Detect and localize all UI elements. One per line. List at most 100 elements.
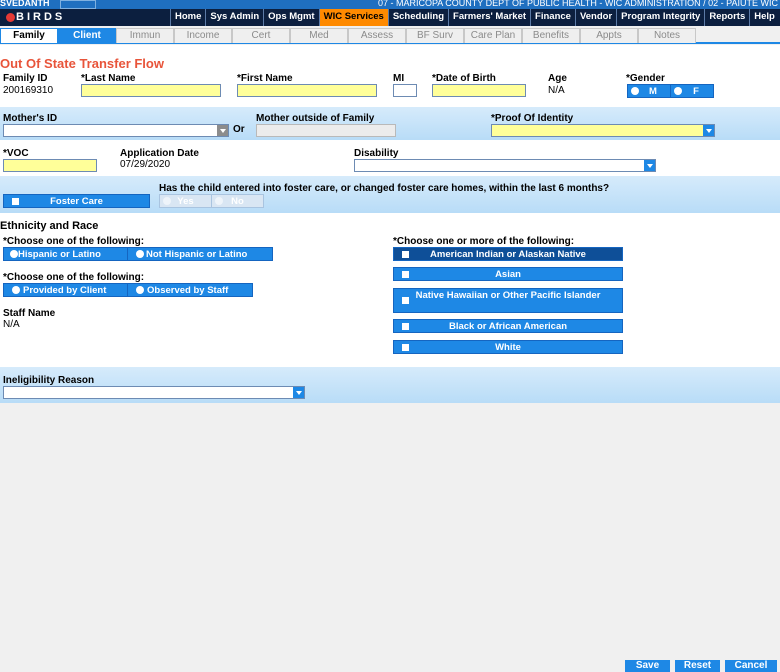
disability-select[interactable] xyxy=(354,159,656,172)
client-tabs: Family Client Immun Income Cert Med Asse… xyxy=(0,28,780,44)
menu-sys-admin[interactable]: Sys Admin xyxy=(205,9,263,26)
age-value: N/A xyxy=(548,85,565,96)
radio-icon xyxy=(136,286,144,294)
chevron-down-icon xyxy=(293,387,304,398)
application-date-label: Application Date xyxy=(120,148,199,159)
observed-by-staff-radio[interactable]: Observed by Staff xyxy=(127,283,253,297)
first-name-input[interactable] xyxy=(237,84,377,97)
first-name-label: *First Name xyxy=(237,73,293,84)
menu-farmers-market[interactable]: Farmers' Market xyxy=(448,9,530,26)
voc-label: *VOC xyxy=(3,148,29,159)
race-white-checkbox[interactable]: White xyxy=(393,340,623,354)
chevron-down-icon xyxy=(703,125,714,136)
menu-ops-mgmt[interactable]: Ops Mgmt xyxy=(263,9,318,26)
voc-input[interactable] xyxy=(3,159,97,172)
radio-icon xyxy=(10,250,18,258)
checkbox-icon xyxy=(402,271,409,278)
foster-care-checkbox[interactable]: Foster Care xyxy=(3,194,150,208)
tab-med[interactable]: Med xyxy=(290,28,348,43)
disability-label: Disability xyxy=(354,148,399,159)
last-name-label: *Last Name xyxy=(81,73,136,84)
chevron-down-icon xyxy=(217,125,228,136)
username: SVEDANTH xyxy=(0,0,50,8)
logo-dot-icon xyxy=(6,12,15,22)
radio-icon xyxy=(12,286,20,294)
menu-vendor[interactable]: Vendor xyxy=(574,9,616,26)
main-navigation: BIRDS Home Sys Admin Ops Mgmt WIC Servic… xyxy=(0,9,780,26)
or-label: Or xyxy=(233,124,245,135)
gender-f-radio[interactable]: F xyxy=(670,84,714,98)
ineligibility-label: Ineligibility Reason xyxy=(3,375,95,386)
proof-identity-label: *Proof Of Identity xyxy=(491,113,574,124)
tab-benefits[interactable]: Benefits xyxy=(522,28,580,43)
last-name-input[interactable] xyxy=(81,84,221,97)
dob-label: *Date of Birth xyxy=(432,73,496,84)
menu-bar: Home Sys Admin Ops Mgmt WIC Services Sch… xyxy=(170,9,779,26)
menu-help[interactable]: Help xyxy=(749,9,779,26)
checkbox-icon xyxy=(402,297,409,304)
choose-one-ethnicity: *Choose one of the following: xyxy=(3,236,145,247)
tab-cert[interactable]: Cert xyxy=(232,28,290,43)
choose-one-method: *Choose one of the following: xyxy=(3,272,145,283)
hispanic-radio[interactable]: Hispanic or Latino xyxy=(3,247,128,261)
checkbox-icon xyxy=(402,323,409,330)
ineligibility-select[interactable] xyxy=(3,386,305,399)
checkbox-icon xyxy=(402,344,409,351)
not-hispanic-radio[interactable]: Not Hispanic or Latino xyxy=(127,247,273,261)
tab-bf-surv[interactable]: BF Surv xyxy=(406,28,464,43)
mi-label: MI xyxy=(393,73,405,84)
radio-icon xyxy=(136,250,144,258)
staff-name-value: N/A xyxy=(3,319,20,330)
checkbox-icon xyxy=(12,198,19,205)
race-native-hawaiian-checkbox[interactable]: Native Hawaiian or Other Pacific Islande… xyxy=(393,288,623,313)
proof-identity-select[interactable] xyxy=(491,124,715,137)
radio-icon xyxy=(631,87,639,95)
menu-wic-services[interactable]: WIC Services xyxy=(318,9,388,26)
reset-button[interactable]: Reset xyxy=(675,660,720,672)
dob-input[interactable] xyxy=(432,84,526,97)
race-black-checkbox[interactable]: Black or African American xyxy=(393,319,623,333)
footer-actions: Save Reset Cancel xyxy=(0,660,780,672)
foster-no-radio[interactable]: No xyxy=(211,194,264,208)
menu-home[interactable]: Home xyxy=(170,9,205,26)
staff-name-label: Staff Name xyxy=(3,308,56,319)
menu-program-integrity[interactable]: Program Integrity xyxy=(616,9,704,26)
ethnicity-title: Ethnicity and Race xyxy=(0,220,99,232)
tab-client[interactable]: Client xyxy=(58,28,116,43)
tab-appts[interactable]: Appts xyxy=(580,28,638,43)
save-button[interactable]: Save xyxy=(625,660,670,672)
mothers-id-select[interactable] xyxy=(3,124,229,137)
tab-income[interactable]: Income xyxy=(174,28,232,43)
tab-care-plan[interactable]: Care Plan xyxy=(464,28,522,43)
mother-outside-input[interactable] xyxy=(256,124,396,137)
cancel-button[interactable]: Cancel xyxy=(725,660,777,672)
tab-notes[interactable]: Notes xyxy=(638,28,696,43)
provided-by-client-radio[interactable]: Provided by Client xyxy=(3,283,128,297)
birds-logo: BIRDS xyxy=(0,9,84,26)
application-date-value: 07/29/2020 xyxy=(120,159,171,170)
family-id-label: Family ID xyxy=(3,73,48,84)
top-header-bar: SVEDANTH 07 - MARICOPA COUNTY DEPT OF PU… xyxy=(0,0,780,9)
organization-label: 07 - MARICOPA COUNTY DEPT OF PUBLIC HEAL… xyxy=(377,0,778,8)
menu-finance[interactable]: Finance xyxy=(530,9,575,26)
mi-input[interactable] xyxy=(393,84,417,97)
tab-assess[interactable]: Assess xyxy=(348,28,406,43)
foster-question: Has the child entered into foster care, … xyxy=(159,183,610,194)
race-american-indian-checkbox[interactable]: American Indian or Alaskan Native xyxy=(393,247,623,261)
choose-more-race: *Choose one or more of the following: xyxy=(393,236,575,247)
mothers-id-label: Mother's ID xyxy=(3,113,58,124)
tab-immun[interactable]: Immun xyxy=(116,28,174,43)
radio-icon xyxy=(674,87,682,95)
menu-scheduling[interactable]: Scheduling xyxy=(387,9,448,26)
family-id-value: 200169310 xyxy=(3,85,54,96)
radio-icon xyxy=(163,197,171,205)
age-label: Age xyxy=(548,73,567,84)
radio-icon xyxy=(215,197,223,205)
page-title: Out Of State Transfer Flow xyxy=(0,56,164,71)
foster-yes-radio[interactable]: Yes xyxy=(159,194,212,208)
race-asian-checkbox[interactable]: Asian xyxy=(393,267,623,281)
menu-reports[interactable]: Reports xyxy=(704,9,749,26)
checkbox-icon xyxy=(402,251,409,258)
gender-m-radio[interactable]: M xyxy=(627,84,671,98)
tab-family[interactable]: Family xyxy=(0,28,58,43)
